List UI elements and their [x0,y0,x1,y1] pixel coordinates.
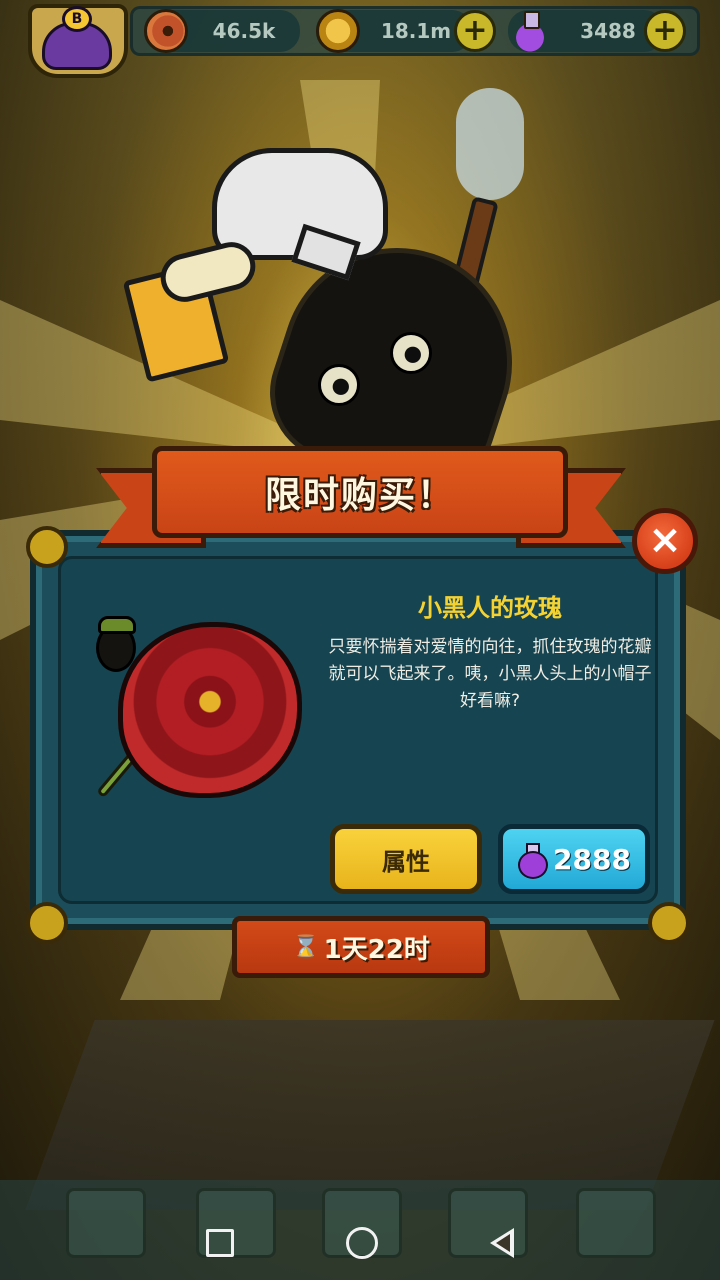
hourglass-icon: ⌛ [292,934,320,960]
character-eye-icon [390,332,432,374]
cigar-smoke [456,88,524,200]
recent-apps-icon[interactable] [206,1229,234,1257]
attributes-label: 属性 [382,847,430,876]
price-label: 2888 [553,842,631,876]
eyeball-icon [144,9,188,53]
item-description: 只要怀揣着对爱情的向往，抓住玫瑰的花瓣就可以飞起来了。咦，小黑人头上的小帽子好看… [328,637,652,711]
potion-icon [517,843,549,879]
countdown-timer: ⌛ 1天22时 [232,916,490,978]
timer-text: 1天22时 [323,934,430,965]
attributes-button[interactable]: 属性 [330,824,482,894]
buy-button[interactable]: 2888 [498,824,650,894]
potion-icon [508,9,552,53]
item-name: 小黑人的玫瑰 [418,594,562,622]
offer-title: 限时购买！ [264,475,455,516]
system-nav-bar [0,1206,720,1280]
panel-corner-ornament [26,902,68,944]
panel-corner-ornament [648,902,690,944]
top-hud: B 46.5k 18.1m + 3488 + [0,0,720,78]
close-button[interactable]: × [632,508,698,574]
rose-icon [118,622,302,798]
potions-resource: 3488 [508,9,664,53]
offer-banner: 限时购买！ [152,446,568,538]
character-eye-icon [318,364,360,406]
player-avatar[interactable]: B [28,4,128,78]
eyes-resource: 46.5k [144,9,300,53]
home-icon[interactable] [346,1227,378,1259]
back-icon[interactable] [490,1228,514,1258]
panel-corner-ornament [26,526,68,568]
add-coins-button[interactable]: + [454,10,496,52]
coin-icon [316,9,360,53]
avatar-badge: B [62,6,92,32]
add-potions-button[interactable]: + [644,10,686,52]
coins-resource: 18.1m [316,9,472,53]
eyes-count: 46.5k [212,19,276,43]
mini-hat-icon [98,616,136,634]
